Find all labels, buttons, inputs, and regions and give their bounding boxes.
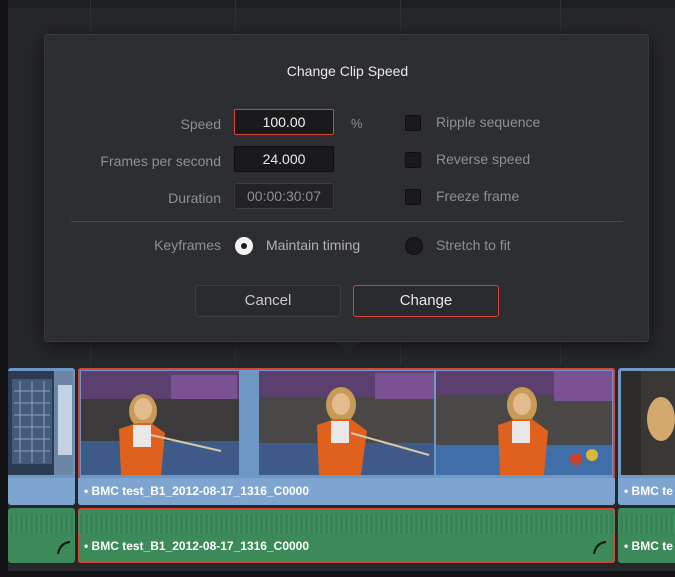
clip-name-bar: • BMC test_B1_2012-08-17_1316_C0000 — [78, 478, 615, 505]
clip-name: • BMC te — [624, 539, 673, 553]
audio-clip-selected[interactable]: • BMC test_B1_2012-08-17_1316_C0000 — [78, 508, 615, 563]
maintain-timing-radio[interactable] — [235, 237, 253, 255]
speed-input[interactable]: 100.00 — [234, 109, 334, 135]
change-clip-speed-dialog: Change Clip Speed Speed 100.00 % Frames … — [44, 34, 649, 342]
keyframes-label: Keyframes — [154, 237, 221, 253]
stretch-to-fit-radio[interactable] — [405, 237, 423, 255]
clip-thumbnail — [621, 371, 675, 475]
clip-name: • BMC test_B1_2012-08-17_1316_C0000 — [84, 484, 310, 498]
audio-waveform — [618, 514, 675, 534]
audio-clip-previous[interactable] — [8, 508, 75, 563]
maintain-timing-label: Maintain timing — [266, 237, 361, 253]
video-clip-selected[interactable]: • BMC test_B1_2012-08-17_1316_C0000 — [78, 368, 615, 505]
fps-input[interactable]: 24.000 — [234, 146, 334, 172]
dialog-divider — [71, 221, 623, 222]
clip-name-bar — [8, 478, 75, 505]
video-clip-next[interactable]: • BMC te — [618, 368, 675, 505]
fps-label: Frames per second — [100, 153, 221, 169]
audio-waveform — [78, 514, 615, 534]
audio-waveform — [8, 514, 75, 534]
fade-curve-icon[interactable] — [593, 541, 607, 555]
reverse-speed-checkbox[interactable] — [405, 152, 421, 168]
clip-thumbnail — [436, 371, 612, 475]
ripple-sequence-label: Ripple sequence — [436, 114, 541, 130]
freeze-frame-label: Freeze frame — [436, 188, 520, 204]
clip-thumbnail — [81, 371, 257, 475]
audio-clip-next[interactable]: • BMC te — [618, 508, 675, 563]
clip-name: • BMC test_B1_2012-08-17_1316_C0000 — [84, 539, 310, 553]
track-header-edge — [0, 0, 8, 577]
dialog-title: Change Clip Speed — [286, 63, 409, 79]
duration-label: Duration — [168, 190, 221, 206]
speed-unit: % — [351, 116, 363, 131]
clip-name-bar: • BMC te — [618, 478, 675, 505]
reverse-speed-label: Reverse speed — [436, 151, 531, 167]
timeline-ruler[interactable] — [8, 0, 675, 8]
fade-curve-icon[interactable] — [57, 541, 71, 555]
stretch-to-fit-label: Stretch to fit — [436, 237, 511, 253]
clip-thumbnail — [258, 371, 435, 475]
cancel-button[interactable]: Cancel — [195, 285, 341, 317]
clip-thumbnail — [8, 371, 73, 475]
ripple-sequence-checkbox[interactable] — [405, 115, 421, 131]
speed-label: Speed — [180, 116, 221, 132]
video-clip-previous[interactable] — [8, 368, 75, 505]
freeze-frame-checkbox[interactable] — [405, 189, 421, 205]
change-button[interactable]: Change — [353, 285, 499, 317]
dialog-pointer — [335, 341, 361, 354]
duration-input[interactable]: 00:00:30:07 — [234, 183, 334, 209]
timeline-bottom-edge — [0, 571, 675, 577]
clip-name: • BMC te — [624, 484, 673, 498]
